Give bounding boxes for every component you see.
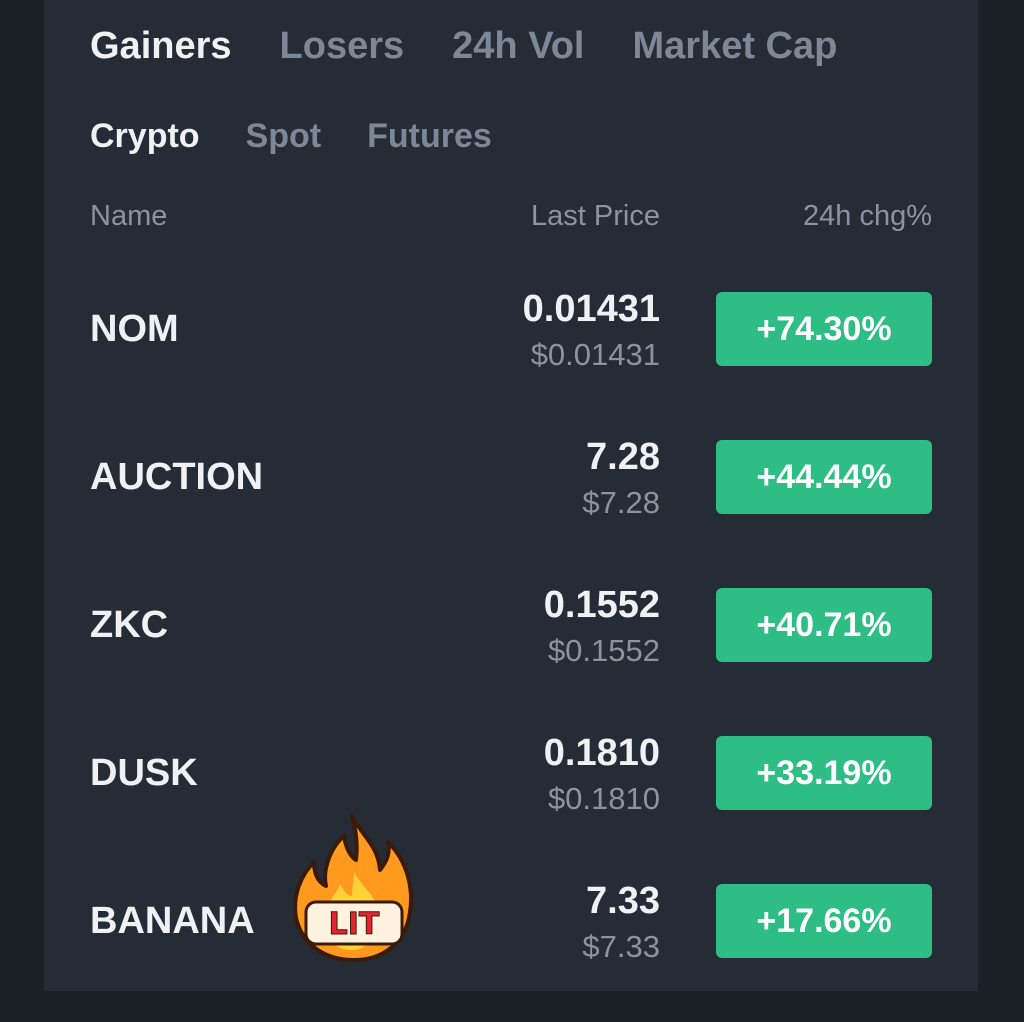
price-cell: 0.1810 $0.1810 [544,730,660,822]
tab-market-cap[interactable]: Market Cap [633,25,838,68]
tab-spot[interactable]: Spot [246,117,322,156]
market-list: NOM 0.01431 $0.01431 +74.30% AUCTION 7.2… [90,282,932,1022]
tab-futures[interactable]: Futures [367,117,492,156]
coin-name: BANANA [90,900,255,942]
table-row[interactable]: ZKC 0.1552 $0.1552 +40.71% [90,578,932,726]
tab-gainers[interactable]: Gainers [90,25,232,68]
coin-name: NOM [90,308,179,350]
usd-price: $7.28 [582,485,660,520]
tab-24h-vol[interactable]: 24h Vol [452,25,584,68]
column-header-name[interactable]: Name [90,200,167,233]
change-badge[interactable]: +44.44% [716,440,932,514]
usd-price: $0.01431 [530,337,660,372]
tab-crypto[interactable]: Crypto [90,117,200,156]
last-price: 7.33 [586,880,660,922]
tab-losers[interactable]: Losers [280,25,405,68]
usd-price: $7.33 [582,929,660,964]
last-price: 0.1552 [543,584,660,626]
last-price: 0.01431 [522,288,660,330]
usd-price: $0.1810 [547,781,660,816]
coin-name: ZKC [90,604,169,646]
fire-icon: LIT [293,814,413,962]
category-tabs: Gainers Losers 24h Vol Market Cap [90,22,930,70]
last-price: 0.1810 [543,732,660,774]
usd-price: $0.1552 [547,633,660,668]
market-type-tabs: Crypto Spot Futures [90,114,538,158]
column-header-change[interactable]: 24h chg% [803,200,932,233]
change-badge[interactable]: +17.66% [716,884,932,958]
price-cell: 0.1552 $0.1552 [544,582,660,674]
change-badge[interactable]: +33.19% [716,736,932,810]
sticker-text: LIT [329,907,380,942]
table-row[interactable]: AUCTION 7.28 $7.28 +44.44% [90,430,932,578]
coin-name: AUCTION [90,456,264,498]
price-cell: 0.01431 $0.01431 [523,286,660,378]
table-header: Name Last Price 24h chg% [90,200,932,236]
table-row[interactable]: BANANA 7.33 $7.33 +17.66% [90,874,932,1022]
change-badge[interactable]: +40.71% [716,588,932,662]
column-header-last-price[interactable]: Last Price [531,200,660,233]
price-cell: 7.33 $7.33 [582,878,660,970]
table-row[interactable]: NOM 0.01431 $0.01431 +74.30% [90,282,932,430]
price-cell: 7.28 $7.28 [582,434,660,526]
last-price: 7.28 [586,436,660,478]
change-badge[interactable]: +74.30% [716,292,932,366]
coin-name: DUSK [90,752,198,794]
table-row[interactable]: DUSK 0.1810 $0.1810 +33.19% [90,726,932,874]
